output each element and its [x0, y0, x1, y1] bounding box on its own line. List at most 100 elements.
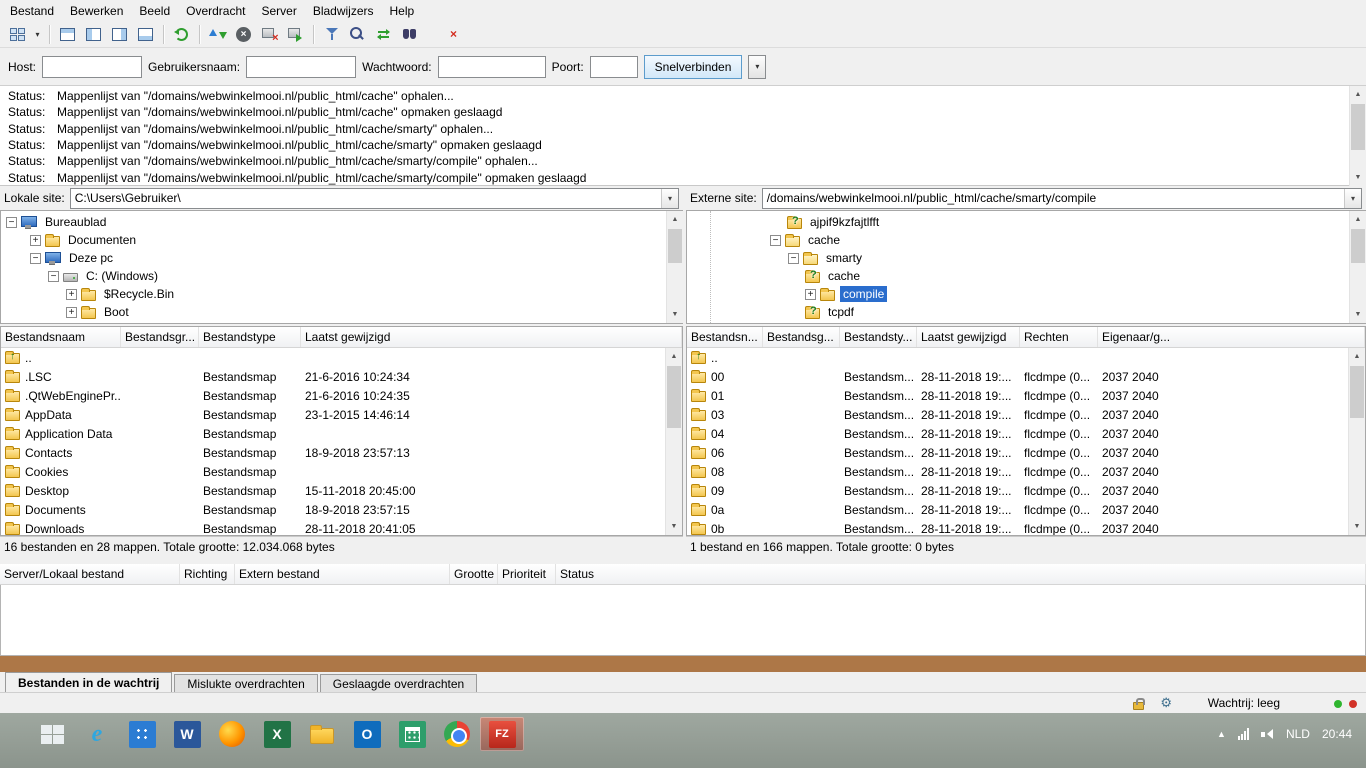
collapse-icon[interactable]: − [6, 216, 17, 228]
column-header-bestandsn[interactable]: Bestandsn... [687, 327, 763, 347]
file-row-09[interactable]: 09 Bestandsm... 28-11-2018 19:... flcdmpe (… [687, 481, 1365, 500]
scroll-thumb[interactable] [1351, 229, 1365, 263]
reconnect-button[interactable] [283, 23, 308, 46]
column-header-bestandsg[interactable]: Bestandsg... [763, 327, 840, 347]
file-row-01[interactable]: 01 Bestandsm... 28-11-2018 19:... flcdmpe (… [687, 386, 1365, 405]
column-header-laatst-gewijzigd[interactable]: Laatst gewijzigd [917, 327, 1020, 347]
network-signal-icon[interactable] [1237, 728, 1249, 740]
expand-icon[interactable]: + [805, 288, 816, 300]
tab-successful-transfers[interactable]: Geslaagde overdrachten [319, 674, 478, 692]
taskbar-firefox[interactable] [210, 717, 254, 751]
password-input[interactable] [437, 55, 546, 78]
column-header-rechten[interactable]: Rechten [1020, 327, 1098, 347]
scroll-up-icon[interactable]: ▲ [667, 211, 683, 228]
taskbar-internet-explorer[interactable]: e [75, 717, 119, 751]
scroll-thumb[interactable] [1350, 366, 1364, 418]
remote-path-combo[interactable]: /domains/webwinkelmooi.nl/public_html/ca… [761, 187, 1362, 209]
collapse-icon[interactable]: − [48, 270, 59, 282]
collapse-icon[interactable]: − [30, 252, 41, 264]
language-indicator[interactable]: NLD [1286, 727, 1310, 741]
column-header-richting[interactable]: Richting [180, 564, 235, 584]
column-header-bestandsty[interactable]: Bestandsty... [840, 327, 917, 347]
process-queue-button[interactable] [205, 23, 230, 46]
file-row-04[interactable]: 04 Bestandsm... 28-11-2018 19:... flcdmpe (… [687, 424, 1365, 443]
column-header-extern-bestand[interactable]: Extern bestand [235, 564, 450, 584]
column-header-prioriteit[interactable]: Prioriteit [498, 564, 556, 584]
taskbar-word[interactable]: W [165, 717, 209, 751]
scroll-thumb[interactable] [668, 229, 682, 263]
tree-item-recycle-bin[interactable]: + $Recycle.Bin [1, 285, 682, 303]
column-header-eigenaar-g[interactable]: Eigenaar/g... [1098, 327, 1365, 347]
tree-item-smarty[interactable]: − smarty [687, 249, 1365, 267]
taskbar-excel[interactable]: X [255, 717, 299, 751]
toggle-remote-tree-button[interactable] [107, 23, 132, 46]
tree-item-compile[interactable]: + compile [687, 285, 1365, 303]
taskbar-remote-app[interactable] [120, 717, 164, 751]
expand-icon[interactable]: + [30, 234, 41, 246]
gear-icon[interactable]: ⚙ [1160, 695, 1172, 711]
menu-server[interactable]: Server [253, 1, 304, 21]
scroll-down-icon[interactable]: ▼ [1350, 169, 1366, 186]
column-header-server-lokaal-bestand[interactable]: Server/Lokaal bestand [0, 564, 180, 584]
scroll-up-icon[interactable]: ▲ [1350, 211, 1366, 228]
file-row-08[interactable]: 08 Bestandsm... 28-11-2018 19:... flcdmpe (… [687, 462, 1365, 481]
expand-icon[interactable]: + [66, 306, 77, 318]
tab-queued-files[interactable]: Bestanden in de wachtrij [5, 672, 173, 692]
taskbar-calculator[interactable] [390, 717, 434, 751]
scroll-up-icon[interactable]: ▲ [1349, 348, 1365, 365]
port-input[interactable] [589, 55, 638, 78]
sync-browse-button[interactable] [371, 23, 396, 46]
filter-button[interactable] [319, 23, 344, 46]
quickconnect-button[interactable]: Snelverbinden [643, 54, 743, 79]
column-header-bestandstype[interactable]: Bestandstype [199, 327, 301, 347]
menu-help[interactable]: Help [382, 1, 423, 21]
toggle-log-button[interactable] [55, 23, 80, 46]
file-row-0b[interactable]: 0b Bestandsm... 28-11-2018 19:... flcdmpe (… [687, 519, 1365, 535]
file-row-[interactable]: .. [1, 348, 682, 367]
file-row-[interactable]: .. [687, 348, 1365, 367]
menu-overdracht[interactable]: Overdracht [178, 1, 253, 21]
file-row-qtwebenginepr[interactable]: .QtWebEnginePr... Bestandsmap 21-6-2016 10… [1, 386, 682, 405]
tree-item-boot[interactable]: + Boot [1, 303, 682, 321]
scroll-down-icon[interactable]: ▼ [1349, 518, 1365, 535]
volume-icon[interactable] [1260, 728, 1274, 741]
column-header-grootte[interactable]: Grootte [450, 564, 498, 584]
toggle-local-tree-button[interactable] [81, 23, 106, 46]
find-files-button[interactable] [397, 23, 422, 46]
file-row-application-data[interactable]: Application Data Bestandsmap [1, 424, 682, 443]
clock[interactable]: 20:44 [1322, 727, 1352, 741]
start-button[interactable] [30, 717, 74, 751]
tree-item-documenten[interactable]: + Documenten [1, 231, 682, 249]
log-scrollbar[interactable]: ▲ ▼ [1349, 86, 1366, 186]
cancel-button[interactable]: × [231, 23, 256, 46]
menu-bladwijzers[interactable]: Bladwijzers [305, 1, 382, 21]
tab-failed-transfers[interactable]: Mislukte overdrachten [174, 674, 318, 692]
scroll-up-icon[interactable]: ▲ [666, 348, 682, 365]
site-manager-dropdown-button[interactable]: ▾ [31, 23, 44, 46]
remote-tree-scrollbar[interactable]: ▲ ▼ [1349, 211, 1366, 323]
file-row-contacts[interactable]: Contacts Bestandsmap 18-9-2018 23:57:13 [1, 443, 682, 462]
tree-item-bureaublad[interactable]: − Bureaublad [1, 213, 682, 231]
column-header-bestandsnaam[interactable]: Bestandsnaam [1, 327, 121, 347]
disconnect-button[interactable]: × [257, 23, 282, 46]
file-row-desktop[interactable]: Desktop Bestandsmap 15-11-2018 20:45:00 [1, 481, 682, 500]
red-x-button[interactable]: × [441, 23, 466, 46]
tree-item-cache[interactable]: cache [687, 267, 1365, 285]
hidden-icons-arrow[interactable]: ▲ [1217, 729, 1226, 739]
chevron-down-icon[interactable]: ▾ [1344, 188, 1361, 208]
refresh-button[interactable] [169, 23, 194, 46]
expand-icon[interactable]: + [66, 288, 77, 300]
scroll-up-icon[interactable]: ▲ [1350, 86, 1366, 103]
site-manager-button[interactable] [5, 23, 30, 46]
quickconnect-dropdown-button[interactable]: ▾ [748, 54, 767, 79]
menu-beeld[interactable]: Beeld [131, 1, 178, 21]
collapse-icon[interactable]: − [770, 234, 781, 246]
tree-item-cache[interactable]: − cache [687, 231, 1365, 249]
scroll-down-icon[interactable]: ▼ [666, 518, 682, 535]
scroll-thumb[interactable] [1351, 104, 1365, 150]
lock-icon[interactable] [1133, 698, 1145, 710]
file-row-documents[interactable]: Documents Bestandsmap 18-9-2018 23:57:15 [1, 500, 682, 519]
column-header-laatst-gewijzigd[interactable]: Laatst gewijzigd [301, 327, 682, 347]
file-row-lsc[interactable]: .LSC Bestandsmap 21-6-2016 10:24:34 [1, 367, 682, 386]
toggle-queue-button[interactable] [133, 23, 158, 46]
